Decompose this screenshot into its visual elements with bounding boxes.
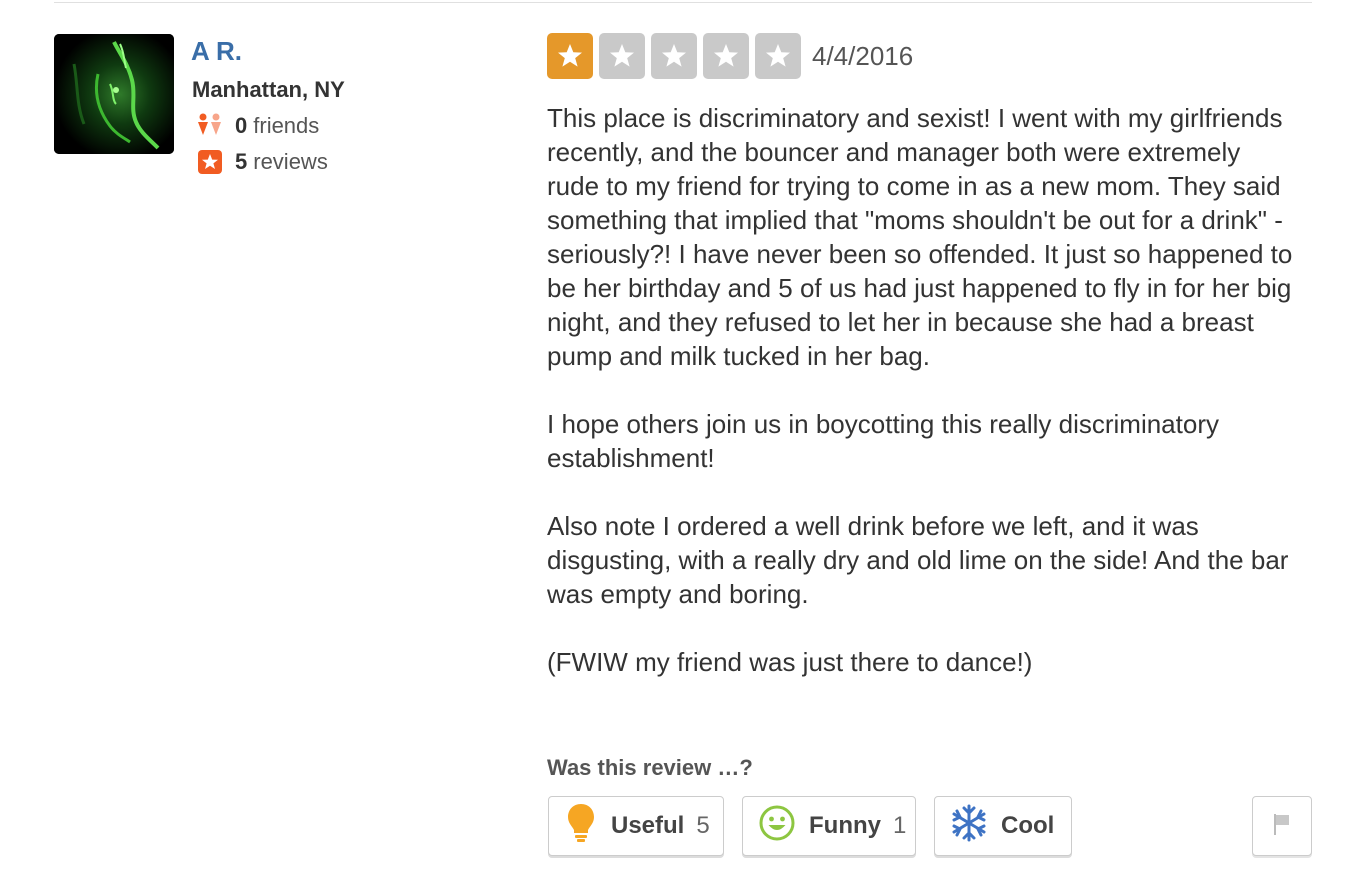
review-paragraph: I hope others join us in boycotting this…: [547, 409, 1219, 473]
reviews-count: 5: [235, 149, 248, 174]
lightbulb-icon: [565, 802, 597, 851]
user-location: Manhattan, NY: [192, 77, 345, 102]
smiley-icon: [759, 805, 795, 848]
review-paragraph: This place is discriminatory and sexist!…: [547, 103, 1293, 371]
top-divider: [54, 2, 1312, 3]
friends-stat: 0 friends: [196, 113, 319, 139]
star-filled-icon: [547, 33, 593, 79]
review-text: This place is discriminatory and sexist!…: [547, 101, 1297, 713]
friends-icon: [196, 113, 224, 139]
reviews-label: reviews: [253, 149, 328, 174]
star-empty-icon: [651, 33, 697, 79]
useful-count: 5: [696, 812, 710, 839]
friends-label: friends: [253, 113, 320, 138]
review-paragraph: Also note I ordered a well drink before …: [547, 511, 1289, 609]
vote-question: Was this review …?: [547, 755, 753, 780]
friends-count: 0: [235, 113, 248, 138]
reviews-stat: 5 reviews: [196, 149, 328, 175]
useful-label: Useful: [611, 812, 685, 839]
user-name-link[interactable]: A R.: [191, 36, 242, 67]
review-date: 4/4/2016: [812, 41, 914, 71]
star-empty-icon: [703, 33, 749, 79]
useful-button[interactable]: Useful 5: [548, 796, 724, 856]
star-rating: [547, 33, 807, 79]
star-empty-icon: [599, 33, 645, 79]
cool-label: Cool: [1001, 812, 1055, 839]
funny-count: 1: [893, 812, 907, 839]
star-empty-icon: [755, 33, 801, 79]
snowflake-icon: [951, 804, 987, 849]
flag-button[interactable]: [1252, 796, 1312, 856]
funny-label: Funny: [809, 812, 881, 839]
avatar[interactable]: [54, 34, 174, 154]
review-paragraph: (FWIW my friend was just there to dance!…: [547, 647, 1033, 677]
flag-icon: [1271, 811, 1293, 842]
star-badge-icon: [196, 149, 224, 175]
cool-button[interactable]: Cool: [934, 796, 1072, 856]
funny-button[interactable]: Funny 1: [742, 796, 916, 856]
